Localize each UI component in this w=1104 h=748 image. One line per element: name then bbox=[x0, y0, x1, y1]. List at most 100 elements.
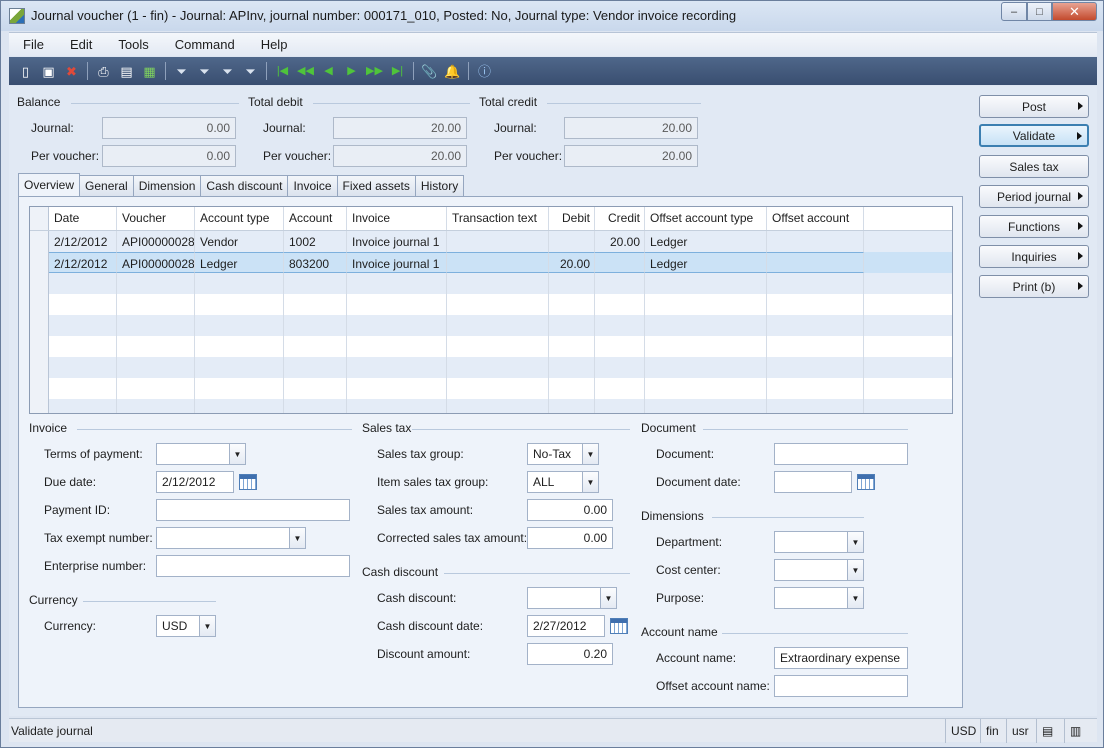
post-button[interactable]: Post bbox=[979, 95, 1089, 118]
tab-overview[interactable]: Overview bbox=[18, 173, 81, 196]
cash-discount-date-field[interactable]: 2/27/2012 bbox=[527, 615, 605, 637]
calendar-icon[interactable] bbox=[239, 474, 257, 490]
tab-general[interactable]: General bbox=[79, 175, 134, 196]
document-handling-icon[interactable]: 📎 bbox=[419, 61, 440, 81]
alert-icon[interactable]: 🔔 bbox=[442, 61, 463, 81]
cell-invoice[interactable]: Invoice journal 1 bbox=[347, 252, 447, 273]
status-company[interactable]: fin bbox=[980, 719, 1006, 743]
cell-offset-account[interactable] bbox=[767, 231, 864, 252]
column-voucher[interactable]: Voucher bbox=[117, 207, 195, 230]
column-offset-account-type[interactable]: Offset account type bbox=[645, 207, 767, 230]
sales-tax-amount-field[interactable]: 0.00 bbox=[527, 499, 613, 521]
cell-account[interactable]: 1002 bbox=[284, 231, 347, 252]
tax-exempt-dropdown-icon[interactable]: ▼ bbox=[289, 528, 305, 548]
column-account[interactable]: Account bbox=[284, 207, 347, 230]
help-icon[interactable]: ⓘ bbox=[474, 61, 495, 81]
column-credit[interactable]: Credit bbox=[595, 207, 645, 230]
next-page-icon[interactable]: ▶▶ bbox=[364, 61, 385, 81]
cell-voucher[interactable]: API00000028 bbox=[117, 231, 195, 252]
payment-id-field[interactable] bbox=[156, 499, 350, 521]
cell-offset-account[interactable] bbox=[767, 252, 864, 273]
tax-exempt-number-select[interactable] bbox=[156, 527, 306, 549]
next-record-icon[interactable]: ▶ bbox=[341, 61, 362, 81]
column-transaction-text[interactable]: Transaction text bbox=[447, 207, 549, 230]
menu-edit[interactable]: Edit bbox=[57, 37, 105, 52]
cost-center-dropdown-icon[interactable]: ▼ bbox=[847, 560, 863, 580]
enterprise-number-field[interactable] bbox=[156, 555, 350, 577]
empty-row[interactable] bbox=[30, 336, 952, 357]
previous-record-icon[interactable]: ◀ bbox=[318, 61, 339, 81]
save-icon[interactable]: ▣ bbox=[38, 61, 59, 81]
account-name-field[interactable]: Extraordinary expense bbox=[774, 647, 908, 669]
tab-dimension[interactable]: Dimension bbox=[132, 175, 202, 196]
cash-discount-dropdown-icon[interactable]: ▼ bbox=[600, 588, 616, 608]
tab-cash-discount[interactable]: Cash discount bbox=[200, 175, 289, 196]
filter-by-selection-icon[interactable]: ⏷ bbox=[171, 61, 192, 81]
maximize-button[interactable]: □ bbox=[1027, 2, 1052, 21]
cell-account-type[interactable]: Ledger bbox=[195, 252, 284, 273]
currency-dropdown-icon[interactable]: ▼ bbox=[199, 616, 215, 636]
offset-account-name-field[interactable] bbox=[774, 675, 908, 697]
document-date-field[interactable] bbox=[774, 471, 852, 493]
server-icon[interactable]: ▥ bbox=[1064, 719, 1096, 743]
cell-transaction-text[interactable] bbox=[447, 231, 549, 252]
title-bar[interactable]: Journal voucher (1 - fin) - Journal: API… bbox=[1, 1, 1103, 31]
purpose-dropdown-icon[interactable]: ▼ bbox=[847, 588, 863, 608]
menu-tools[interactable]: Tools bbox=[105, 37, 161, 52]
print-button[interactable]: Print (b) bbox=[979, 275, 1089, 298]
print-preview-icon[interactable]: ▤ bbox=[116, 61, 137, 81]
first-record-icon[interactable]: |◀ bbox=[272, 61, 293, 81]
status-layer[interactable]: usr bbox=[1006, 719, 1036, 743]
cell-debit[interactable] bbox=[549, 231, 595, 252]
cell-transaction-text[interactable] bbox=[447, 252, 549, 273]
delete-icon[interactable]: ✖ bbox=[61, 61, 82, 81]
last-record-icon[interactable]: ▶| bbox=[387, 61, 408, 81]
row-selector[interactable] bbox=[30, 231, 49, 252]
empty-row[interactable] bbox=[30, 273, 952, 294]
empty-row[interactable] bbox=[30, 294, 952, 315]
column-debit[interactable]: Debit bbox=[549, 207, 595, 230]
department-dropdown-icon[interactable]: ▼ bbox=[847, 532, 863, 552]
previous-page-icon[interactable]: ◀◀ bbox=[295, 61, 316, 81]
minimize-button[interactable]: – bbox=[1001, 2, 1027, 21]
empty-row[interactable] bbox=[30, 315, 952, 336]
table-row-selected[interactable]: 2/12/2012 API00000028 Ledger 803200 Invo… bbox=[30, 252, 952, 273]
new-icon[interactable]: ▯ bbox=[15, 61, 36, 81]
database-icon[interactable]: ▤ bbox=[1036, 719, 1064, 743]
row-selector[interactable] bbox=[30, 357, 49, 378]
column-invoice[interactable]: Invoice bbox=[347, 207, 447, 230]
column-account-type[interactable]: Account type bbox=[195, 207, 284, 230]
export-excel-icon[interactable]: ▦ bbox=[139, 61, 160, 81]
remove-filter-icon[interactable]: ⏷ bbox=[240, 61, 261, 81]
validate-button[interactable]: Validate bbox=[979, 124, 1089, 147]
cell-account[interactable]: 803200 bbox=[284, 252, 347, 273]
tab-history[interactable]: History bbox=[414, 175, 465, 196]
empty-row[interactable] bbox=[30, 378, 952, 399]
sales-tax-button[interactable]: Sales tax bbox=[979, 155, 1089, 178]
cell-voucher[interactable]: API00000028 bbox=[117, 252, 195, 273]
column-offset-account[interactable]: Offset account bbox=[767, 207, 864, 230]
table-row[interactable]: 2/12/2012 API00000028 Vendor 1002 Invoic… bbox=[30, 231, 952, 252]
menu-file[interactable]: File bbox=[9, 37, 57, 52]
calendar-icon[interactable] bbox=[857, 474, 875, 490]
tab-invoice[interactable]: Invoice bbox=[287, 175, 338, 196]
calendar-icon[interactable] bbox=[610, 618, 628, 634]
cell-debit[interactable]: 20.00 bbox=[549, 252, 595, 273]
inquiries-button[interactable]: Inquiries bbox=[979, 245, 1089, 268]
row-selector[interactable] bbox=[30, 378, 49, 399]
discount-amount-field[interactable]: 0.20 bbox=[527, 643, 613, 665]
corrected-sales-tax-amount-field[interactable]: 0.00 bbox=[527, 527, 613, 549]
functions-button[interactable]: Functions bbox=[979, 215, 1089, 238]
column-date[interactable]: Date bbox=[49, 207, 117, 230]
cell-credit[interactable] bbox=[595, 252, 645, 273]
due-date-field[interactable]: 2/12/2012 bbox=[156, 471, 234, 493]
row-selector[interactable] bbox=[30, 315, 49, 336]
tab-fixed-assets[interactable]: Fixed assets bbox=[336, 175, 416, 196]
cell-offset-account-type[interactable]: Ledger bbox=[645, 252, 767, 273]
empty-row[interactable] bbox=[30, 357, 952, 378]
cell-date[interactable]: 2/12/2012 bbox=[49, 252, 117, 273]
row-selector[interactable] bbox=[30, 273, 49, 294]
status-currency[interactable]: USD bbox=[945, 719, 980, 743]
close-button[interactable]: ✕ bbox=[1052, 2, 1097, 21]
document-field[interactable] bbox=[774, 443, 908, 465]
